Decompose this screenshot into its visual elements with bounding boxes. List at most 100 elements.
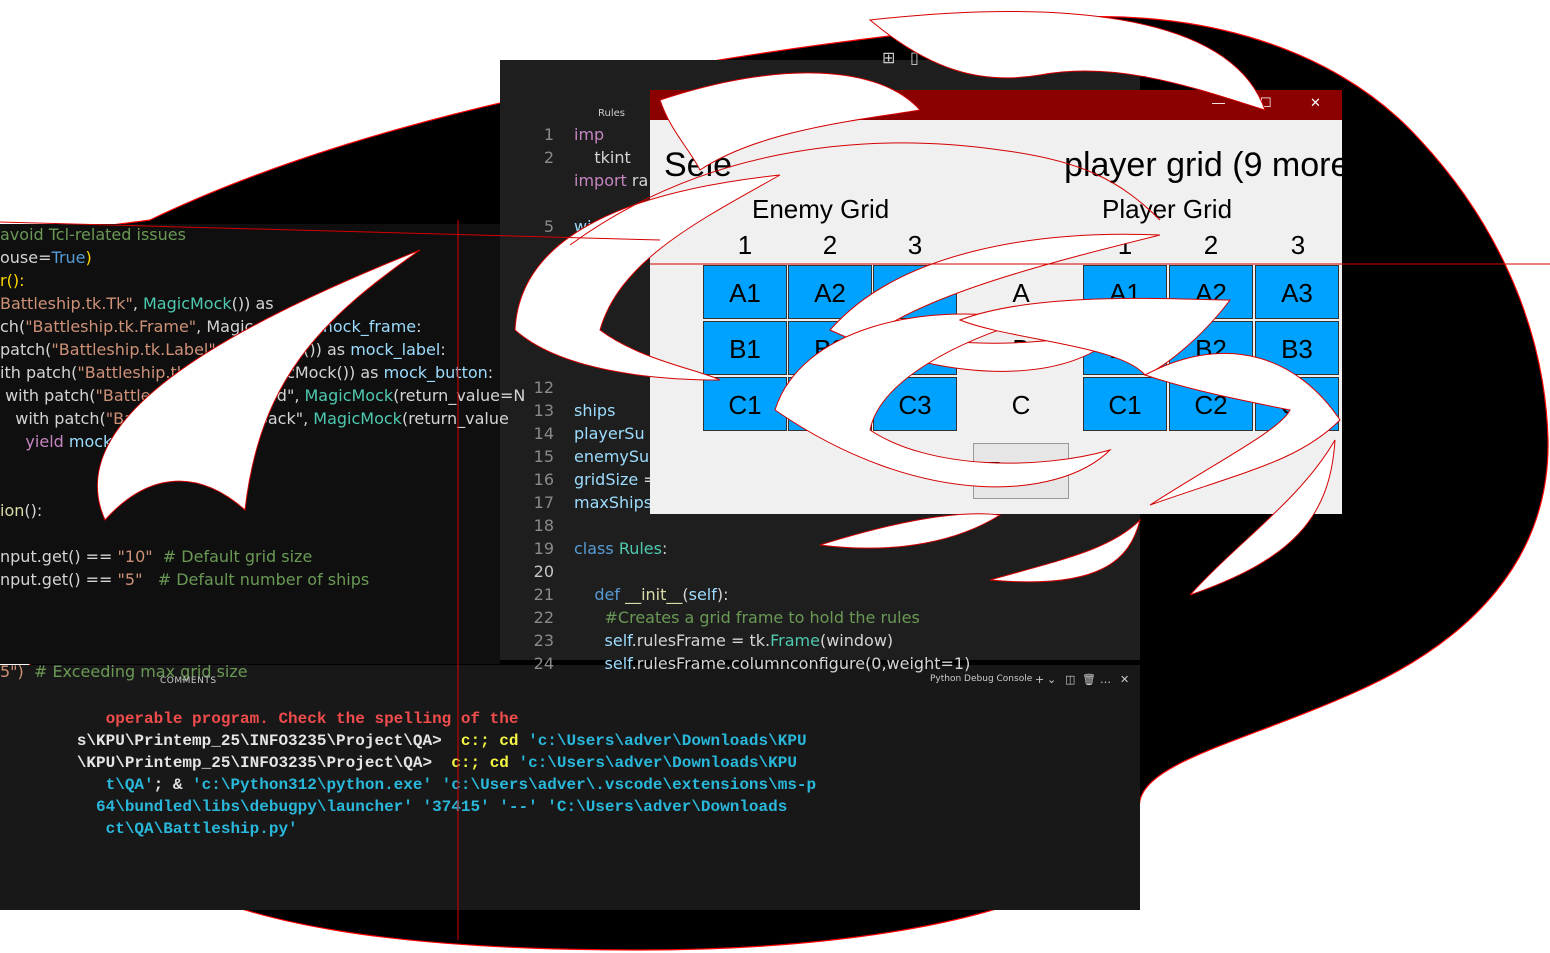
- trash-icon[interactable]: 🗑: [1082, 673, 1096, 686]
- reset-button[interactable]: Reset: [973, 443, 1069, 499]
- code-token: "Battleship.tk.Frame": [25, 317, 197, 336]
- code-token: mock_frame: [317, 317, 417, 336]
- code-token: yield: [0, 432, 69, 451]
- terminal-token: 'c:\Users\adver\Downloads\KPU: [528, 732, 807, 750]
- chevron-down-icon[interactable]: ⌄: [1047, 673, 1056, 686]
- player-cell-c1[interactable]: C1: [1083, 377, 1167, 431]
- toggle-secondary-sidebar-icon[interactable]: ◧: [966, 48, 981, 67]
- player-cell-a2[interactable]: A2: [1169, 265, 1253, 319]
- code-token: ():: [24, 501, 43, 520]
- player-cell-c3[interactable]: C3: [1255, 377, 1339, 431]
- tab-rules[interactable]: Rules: [598, 108, 625, 119]
- code-token: :: [487, 363, 494, 382]
- toggle-panel-icon[interactable]: ▭: [938, 48, 953, 67]
- player-cell-b2[interactable]: B2: [1169, 321, 1253, 375]
- code-line: ships: [574, 400, 615, 422]
- enemy-cell-b2[interactable]: B2: [788, 321, 872, 375]
- bs-minimize-button[interactable]: —: [1212, 95, 1225, 110]
- player-cell-a1[interactable]: A1: [1083, 265, 1167, 319]
- enemy-cell-a2[interactable]: A2: [788, 265, 872, 319]
- layout-icon[interactable]: ⊞: [882, 48, 895, 67]
- tab-comments[interactable]: COMMENTS: [160, 676, 217, 686]
- terminal-line: t\QA'; & 'c:\Python312\python.exe' 'c:\U…: [0, 774, 817, 796]
- code-token: (return_value: [401, 409, 509, 428]
- code-token: ra: [631, 171, 649, 190]
- code-token: patch(: [0, 340, 52, 359]
- code-token: MagicMock: [313, 409, 402, 428]
- line-number: 1: [543, 125, 554, 144]
- code-line: yield mock_t: [0, 431, 126, 453]
- code-line: def __init__(self):: [574, 584, 728, 606]
- player-cell-b1[interactable]: B1: [1083, 321, 1167, 375]
- code-line: with patch("Battleship. dget.grid", Magi…: [0, 385, 525, 407]
- close-button[interactable]: ✕: [1110, 48, 1123, 67]
- line-number: 12: [533, 378, 554, 397]
- bs-close-button[interactable]: ✕: [1310, 95, 1321, 111]
- code-token: Rules: [618, 539, 662, 558]
- terminal-token: ct\QA\Battleship.py': [0, 820, 298, 838]
- enemy-cell-c2[interactable]: C2: [788, 377, 872, 431]
- code-token: , Magic as: [196, 317, 318, 336]
- code-token: ships: [574, 401, 616, 420]
- code-token: playerSu: [574, 424, 645, 443]
- toggle-sidebar-icon[interactable]: ▯: [910, 48, 919, 67]
- terminal-token: ; &: [153, 776, 193, 794]
- terminal-token: c:; cd: [451, 754, 519, 772]
- code-line: tkint: [574, 147, 631, 169]
- enemy-cell-c3[interactable]: C3: [873, 377, 957, 431]
- code-token: 5"): [0, 662, 24, 681]
- code-token: :: [440, 340, 446, 359]
- line-number: 18: [533, 516, 554, 535]
- maximize-button[interactable]: ☐: [1060, 48, 1074, 67]
- terminal-line: \KPU\Printemp_25\INFO3235\Project\QA> c:…: [0, 752, 797, 774]
- code-line: maxShips: [574, 492, 652, 514]
- code-token: .g: [633, 240, 649, 259]
- code-token: "5": [117, 570, 143, 589]
- enemy-col-label: 3: [907, 230, 923, 260]
- code-token: "Battle: [105, 409, 161, 428]
- terminal-token: c:; cd: [460, 732, 529, 750]
- player-col-label: 2: [1203, 230, 1219, 260]
- player-cell-c2[interactable]: C2: [1169, 377, 1253, 431]
- enemy-cell-a1[interactable]: A1: [703, 265, 787, 319]
- line-number: 16: [533, 470, 554, 489]
- code-token: imp: [574, 125, 605, 144]
- code-token: tkint: [574, 148, 631, 167]
- enemy-cell-b1[interactable]: B1: [703, 321, 787, 375]
- code-line: r():: [0, 270, 24, 292]
- enemy-cell-a3[interactable]: A3: [873, 265, 957, 319]
- line-number: 13: [533, 401, 554, 420]
- enemy-cell-b3[interactable]: B3: [873, 321, 957, 375]
- terminal-token: s\KPU\Printemp_25\INFO3235\Project\QA>: [0, 732, 461, 750]
- enemy-cell-c1[interactable]: C1: [703, 377, 787, 431]
- code-token: class: [574, 539, 619, 558]
- code-token: nput.get() ==: [0, 570, 118, 589]
- window-title: Battleship: [680, 98, 733, 112]
- code-token: gridSize: [574, 470, 644, 489]
- code-token: import: [574, 171, 632, 190]
- instruction-heading: Sele player grid (9 more): [664, 146, 1342, 185]
- player-grid-label: Player Grid: [1102, 194, 1233, 224]
- heading-right: player grid (9 more): [1064, 146, 1342, 184]
- code-line: import ra: [574, 170, 648, 192]
- minimize-button[interactable]: —: [1010, 48, 1026, 67]
- code-token: :: [661, 539, 668, 558]
- close-panel-icon[interactable]: ✕: [1120, 673, 1129, 686]
- code-line: imp: [574, 124, 604, 146]
- player-cell-a3[interactable]: A3: [1255, 265, 1339, 319]
- code-token: ith patch(: [0, 363, 78, 382]
- bs-maximize-button[interactable]: ☐: [1260, 95, 1272, 111]
- new-terminal-icon[interactable]: +: [1035, 673, 1044, 686]
- more-icon[interactable]: …: [1100, 673, 1111, 686]
- code-token: True: [51, 248, 86, 267]
- code-token: avoid Tcl-related issues: [0, 225, 186, 244]
- player-col-label: 1: [1117, 230, 1133, 260]
- split-terminal-icon[interactable]: ◫: [1065, 673, 1075, 686]
- terminal-selector[interactable]: Python Debug Console: [930, 674, 1032, 684]
- code-line: ith patch("Battleship.tk.Bu MagicMock())…: [0, 362, 493, 384]
- code-line: nput.get() == "5" # Default number of sh…: [0, 569, 369, 591]
- code-token: Frame: [770, 631, 820, 650]
- player-cell-b3[interactable]: B3: [1255, 321, 1339, 375]
- battleship-window: ✦ Battleship — ☐ ✕ Sele player grid (9 mo…: [650, 90, 1342, 514]
